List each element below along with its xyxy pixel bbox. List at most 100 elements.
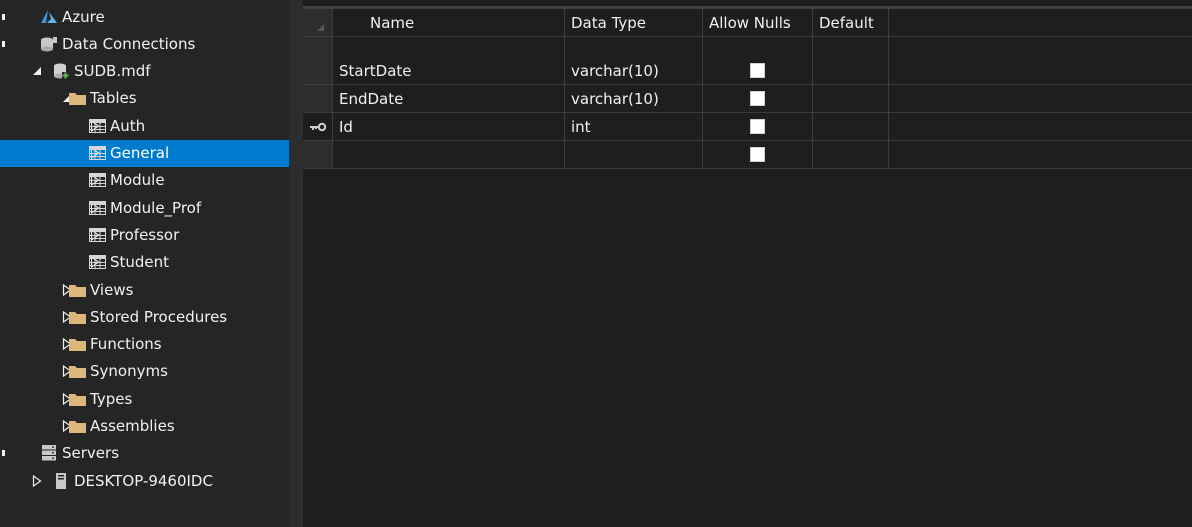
- tree-item-synonyms[interactable]: Synonyms: [0, 358, 289, 385]
- tree-item-general[interactable]: General: [0, 139, 289, 167]
- column-header-data-type[interactable]: Data Type: [565, 9, 703, 37]
- row-selector[interactable]: [303, 57, 333, 85]
- tree-item-label: Types: [90, 389, 133, 408]
- folder-icon: [68, 418, 86, 434]
- default-cell[interactable]: [813, 85, 889, 113]
- header-spacer-cell: [333, 37, 565, 57]
- tree-item-servers[interactable]: Servers: [0, 440, 289, 467]
- tree-item-label: Servers: [62, 444, 120, 463]
- allow-nulls-checkbox[interactable]: [750, 119, 765, 134]
- tree-item-label: Stored Procedures: [90, 307, 228, 326]
- tree-item-label: General: [110, 144, 170, 162]
- tree-item-label: Azure: [62, 7, 105, 26]
- data-type-cell[interactable]: [565, 141, 703, 169]
- server-explorer-panel: Azure Data Connections SUDB.mdf Tables Auth G…: [0, 0, 289, 527]
- table-row[interactable]: StartDate varchar(10): [303, 57, 1192, 85]
- table-designer: Name Data Type Allow Nulls Default Start…: [303, 0, 1192, 527]
- corner-triangle-icon: [317, 24, 324, 31]
- column-header-default[interactable]: Default: [813, 9, 889, 37]
- primary-key-icon: [308, 120, 328, 134]
- row-selector[interactable]: [303, 37, 333, 57]
- table-icon: [88, 254, 106, 270]
- folder-icon: [68, 336, 86, 352]
- folder-icon: [68, 309, 86, 325]
- table-row[interactable]: Id int: [303, 113, 1192, 141]
- default-cell[interactable]: [813, 113, 889, 141]
- grid-header-row: Name Data Type Allow Nulls Default: [303, 9, 1192, 37]
- column-name-cell[interactable]: StartDate: [333, 57, 565, 85]
- tree-item-tables[interactable]: Tables: [0, 85, 289, 112]
- tree-item-sudb-mdf[interactable]: SUDB.mdf: [0, 58, 289, 85]
- tree-item-label: Auth: [110, 116, 146, 135]
- table-row[interactable]: [303, 141, 1192, 169]
- tree-item-student[interactable]: Student: [0, 249, 289, 276]
- allow-nulls-checkbox[interactable]: [750, 63, 765, 78]
- column-header-allow-nulls[interactable]: Allow Nulls: [703, 9, 813, 37]
- column-header-default-label: Default: [819, 13, 874, 32]
- table-icon: [88, 227, 106, 243]
- row-filler: [889, 85, 1192, 113]
- tree-item-data-connections[interactable]: Data Connections: [0, 30, 289, 57]
- header-spacer-cell: [565, 37, 703, 57]
- data-type-cell[interactable]: varchar(10): [565, 85, 703, 113]
- data-type-text: varchar(10): [571, 61, 659, 80]
- allow-nulls-checkbox[interactable]: [750, 91, 765, 106]
- tree-edge-marker: [2, 40, 5, 47]
- default-cell[interactable]: [813, 57, 889, 85]
- table-icon: [88, 200, 106, 216]
- expand-arrow-icon[interactable]: [30, 474, 44, 488]
- tree-item-label: Module: [110, 171, 165, 190]
- tree-item-professor[interactable]: Professor: [0, 221, 289, 248]
- panel-splitter[interactable]: [289, 0, 303, 527]
- tree-item-label: Synonyms: [90, 362, 168, 381]
- tree-edge-marker: [2, 13, 5, 20]
- tree-item-label: Data Connections: [62, 34, 196, 53]
- tree-item-auth[interactable]: Auth: [0, 112, 289, 139]
- tree-item-views[interactable]: Views: [0, 276, 289, 303]
- allow-nulls-cell[interactable]: [703, 57, 813, 85]
- column-name-cell[interactable]: Id: [333, 113, 565, 141]
- column-name-text: EndDate: [339, 89, 404, 108]
- folder-icon: [68, 363, 86, 379]
- tree-item-stored-procedures[interactable]: Stored Procedures: [0, 303, 289, 330]
- column-header-data-type-label: Data Type: [571, 13, 647, 32]
- collapse-arrow-icon[interactable]: [30, 64, 44, 78]
- table-icon: [88, 118, 106, 134]
- row-filler: [889, 113, 1192, 141]
- default-cell[interactable]: [813, 141, 889, 169]
- table-row[interactable]: EndDate varchar(10): [303, 85, 1192, 113]
- tree-item-label: Student: [110, 253, 170, 272]
- column-name-text: Id: [339, 117, 353, 136]
- tree-item-label: Professor: [110, 225, 180, 244]
- folder-icon: [68, 391, 86, 407]
- row-selector[interactable]: [303, 85, 333, 113]
- row-filler: [889, 57, 1192, 85]
- allow-nulls-cell[interactable]: [703, 113, 813, 141]
- folder-icon: [68, 282, 86, 298]
- tree-item-module[interactable]: Module: [0, 167, 289, 194]
- column-name-cell[interactable]: EndDate: [333, 85, 565, 113]
- tree-item-label: DESKTOP-9460IDC: [74, 471, 213, 490]
- data-type-cell[interactable]: varchar(10): [565, 57, 703, 85]
- data-type-text: int: [571, 117, 591, 136]
- data-type-cell[interactable]: int: [565, 113, 703, 141]
- column-header-allow-nulls-label: Allow Nulls: [709, 13, 791, 32]
- tree-item-module-prof[interactable]: Module_Prof: [0, 194, 289, 221]
- row-selector[interactable]: [303, 113, 333, 141]
- tree-item-assemblies[interactable]: Assemblies: [0, 413, 289, 440]
- tree-item-label: Module_Prof: [110, 198, 202, 217]
- tree-item-types[interactable]: Types: [0, 385, 289, 412]
- column-header-name[interactable]: Name: [333, 9, 565, 37]
- tree-item-desktop-9460idc[interactable]: DESKTOP-9460IDC: [0, 467, 289, 494]
- row-filler: [889, 141, 1192, 169]
- row-selector[interactable]: [303, 141, 333, 169]
- tree-item-label: Functions: [90, 335, 162, 354]
- select-all-corner[interactable]: [303, 9, 333, 37]
- column-name-cell[interactable]: [333, 141, 565, 169]
- tree-item-functions[interactable]: Functions: [0, 331, 289, 358]
- tree-item-label: Assemblies: [90, 417, 175, 435]
- allow-nulls-checkbox[interactable]: [750, 147, 765, 162]
- tree-item-azure[interactable]: Azure: [0, 3, 289, 30]
- allow-nulls-cell[interactable]: [703, 141, 813, 169]
- allow-nulls-cell[interactable]: [703, 85, 813, 113]
